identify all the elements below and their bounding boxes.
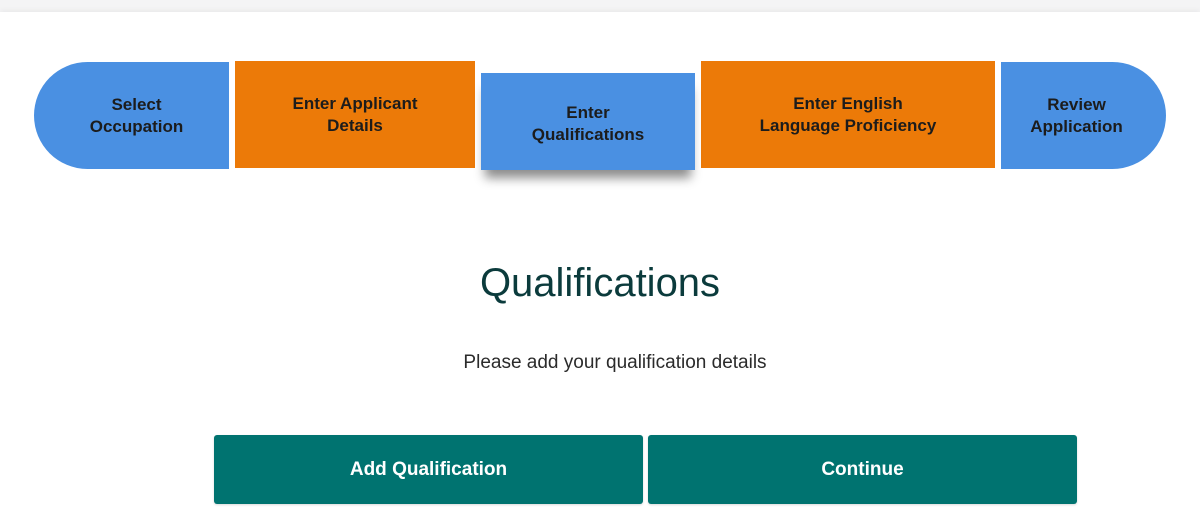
step-select-occupation[interactable]: Select Occupation xyxy=(34,62,229,169)
page-title: Qualifications xyxy=(479,261,721,305)
page-card: Select Occupation Enter Applicant Detail… xyxy=(0,12,1200,516)
progress-stepper: Select Occupation Enter Applicant Detail… xyxy=(34,61,1166,170)
step-label: Enter Applicant Details xyxy=(292,93,418,135)
step-enter-qualifications[interactable]: Enter Qualifications xyxy=(481,73,695,170)
step-label: Enter English Language Proficiency xyxy=(759,93,937,135)
step-enter-english-language-proficiency[interactable]: Enter English Language Proficiency xyxy=(701,61,995,168)
step-enter-applicant-details[interactable]: Enter Applicant Details xyxy=(235,61,475,168)
step-label: Select Occupation xyxy=(89,94,184,136)
add-qualification-button[interactable]: Add Qualification xyxy=(214,435,643,504)
step-label: Review Application xyxy=(1030,94,1123,136)
page-subtitle: Please add your qualification details xyxy=(463,352,767,373)
continue-button[interactable]: Continue xyxy=(648,435,1077,504)
step-label: Enter Qualifications xyxy=(531,102,645,144)
step-review-application[interactable]: Review Application xyxy=(1001,62,1166,169)
